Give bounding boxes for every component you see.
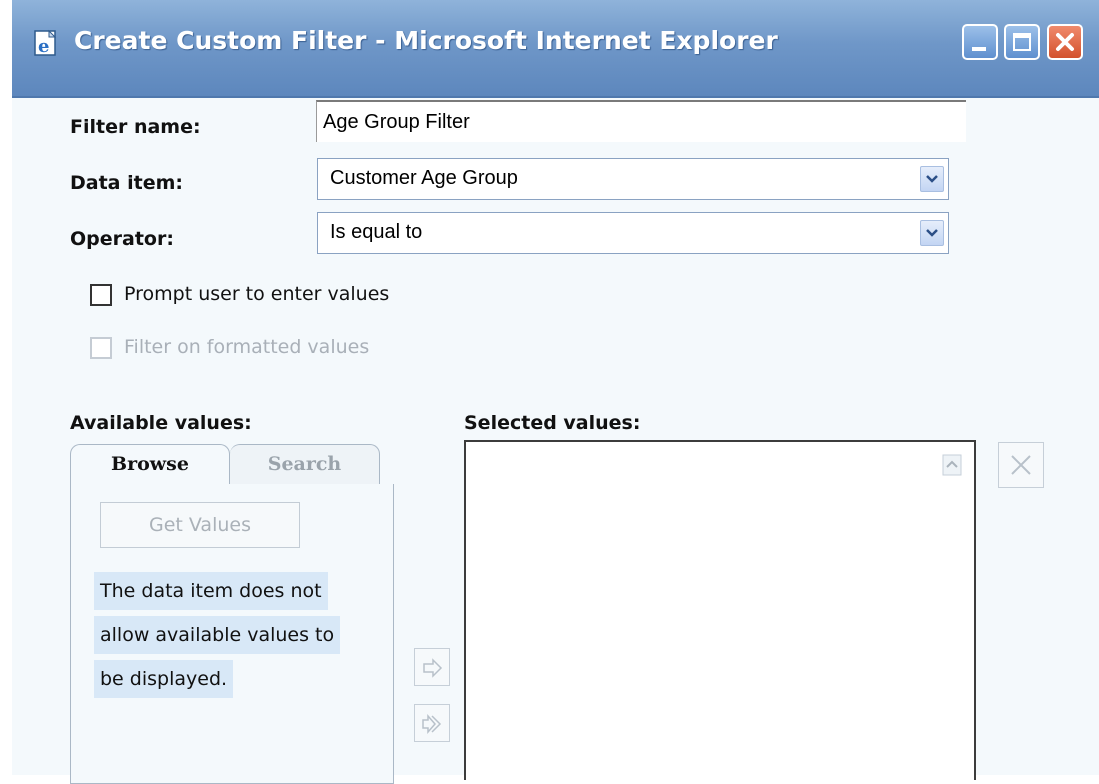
data-item-dropdown-button[interactable] — [920, 166, 944, 192]
tab-browse[interactable]: Browse — [70, 444, 230, 484]
selected-values-label: Selected values: — [464, 412, 641, 434]
operator-value: Is equal to — [330, 221, 423, 243]
formatted-values-checkbox — [90, 337, 112, 359]
chevron-down-icon — [926, 175, 938, 183]
chevron-down-icon — [926, 229, 938, 237]
remove-x-icon — [1011, 455, 1031, 475]
double-arrow-right-icon — [422, 714, 442, 734]
remove-selected-button[interactable] — [998, 442, 1044, 488]
minimize-button[interactable] — [962, 24, 998, 60]
window-title: Create Custom Filter - Microsoft Interne… — [74, 26, 778, 55]
data-item-select[interactable]: Customer Age Group — [317, 158, 949, 200]
maximize-button[interactable] — [1004, 24, 1040, 60]
operator-label: Operator: — [70, 228, 174, 250]
formatted-values-label: Filter on formatted values — [124, 336, 370, 358]
available-values-label: Available values: — [70, 412, 252, 434]
selected-values-list[interactable] — [464, 440, 976, 780]
close-button[interactable] — [1047, 24, 1083, 60]
add-selected-button[interactable] — [414, 648, 450, 686]
filter-name-input[interactable] — [316, 100, 966, 142]
dialog-window: e Create Custom Filter - Microsoft Inter… — [12, 0, 1099, 784]
close-icon — [1056, 33, 1074, 51]
tab-search[interactable]: Search — [230, 444, 380, 484]
scroll-up-icon[interactable] — [942, 454, 962, 476]
operator-select[interactable]: Is equal to — [317, 212, 949, 254]
operator-dropdown-button[interactable] — [920, 220, 944, 246]
svg-text:e: e — [38, 36, 49, 57]
filter-name-label: Filter name: — [70, 116, 201, 138]
get-values-button[interactable]: Get Values — [100, 502, 300, 548]
ie-page-icon: e — [32, 28, 62, 58]
data-item-value: Customer Age Group — [330, 167, 518, 189]
add-all-button[interactable] — [414, 704, 450, 742]
info-message-line-2: allow available values to — [94, 616, 341, 654]
arrow-right-icon — [423, 658, 443, 678]
data-item-label: Data item: — [70, 172, 183, 194]
maximize-icon — [1013, 33, 1031, 51]
title-bar[interactable]: e Create Custom Filter - Microsoft Inter… — [12, 0, 1099, 98]
prompt-user-label: Prompt user to enter values — [124, 283, 390, 305]
minimize-icon — [972, 47, 986, 51]
info-message-line-3: be displayed. — [94, 660, 234, 698]
prompt-user-checkbox[interactable] — [90, 284, 112, 306]
info-message-line-1: The data item does not — [94, 572, 328, 610]
